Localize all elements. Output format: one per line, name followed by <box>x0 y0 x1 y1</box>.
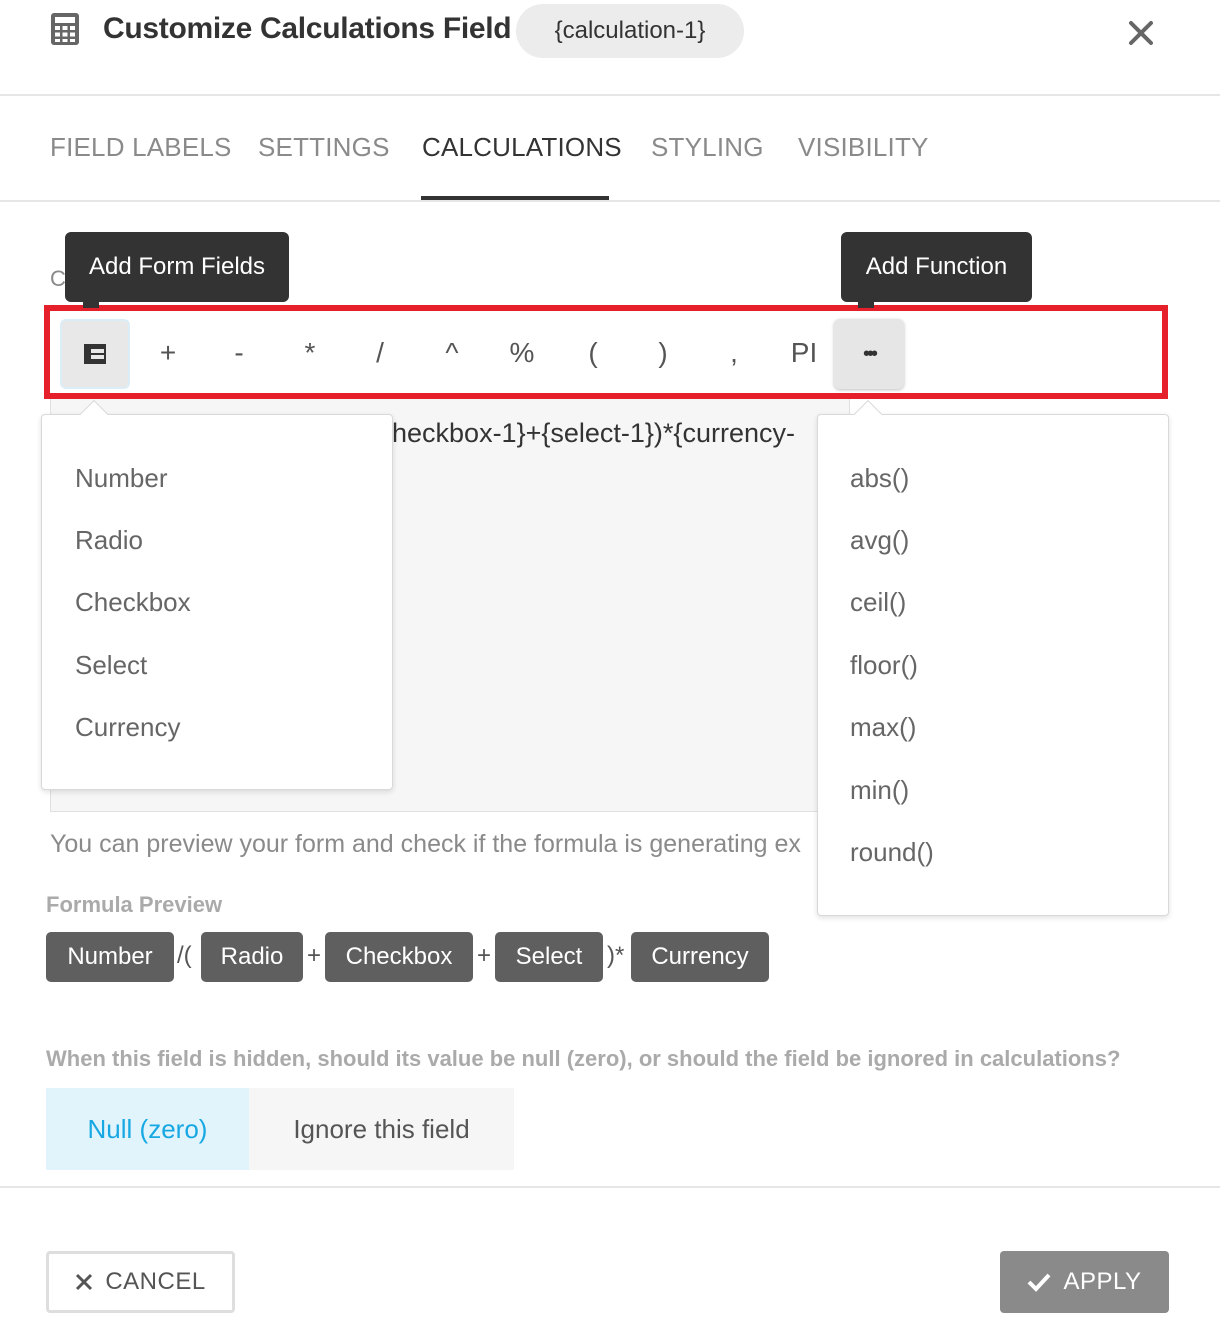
add-function-tooltip: Add Function <box>841 232 1032 308</box>
form-fields-menu: Number Radio Checkbox Select Currency <box>41 399 393 790</box>
apply-button[interactable]: APPLY <box>1000 1251 1169 1313</box>
operator-modulo[interactable]: % <box>492 323 552 383</box>
formula-hint: You can preview your form and check if t… <box>50 830 801 858</box>
apply-label: APPLY <box>1063 1268 1142 1295</box>
add-form-fields-button[interactable] <box>62 321 128 387</box>
preview-chip-select: Select <box>495 932 603 982</box>
add-form-fields-tooltip: Add Form Fields <box>65 232 289 308</box>
active-tab-indicator <box>421 196 609 200</box>
operator-multiply[interactable]: * <box>280 323 340 383</box>
preview-chip-radio: Radio <box>201 932 303 982</box>
checkmark-icon <box>1028 1273 1051 1292</box>
operator-comma[interactable]: , <box>704 323 764 383</box>
menu-item-number[interactable]: Number <box>75 463 167 494</box>
tab-calculations[interactable]: CALCULATIONS <box>422 132 622 163</box>
operator-toolbar: + - * / ^ % ( ) , PI ••• <box>44 305 1168 399</box>
operator-divide[interactable]: / <box>350 323 410 383</box>
close-icon <box>76 1273 93 1291</box>
preview-chip-currency: Currency <box>631 932 769 982</box>
modal-header: Customize Calculations Field {calculatio… <box>0 0 1220 96</box>
operator-power[interactable]: ^ <box>422 323 482 383</box>
menu-item-currency[interactable]: Currency <box>75 712 180 743</box>
menu-item-abs[interactable]: abs() <box>850 463 909 494</box>
footer-divider <box>0 1186 1220 1188</box>
preview-operator: + <box>307 942 322 969</box>
add-function-button[interactable]: ••• <box>834 319 904 389</box>
modal-title: Customize Calculations Field <box>103 12 512 45</box>
tab-visibility[interactable]: VISIBILITY <box>798 132 929 163</box>
tab-field-labels[interactable]: FIELD LABELS <box>50 132 232 163</box>
menu-item-round[interactable]: round() <box>850 837 934 868</box>
menu-item-checkbox[interactable]: Checkbox <box>75 587 191 618</box>
operator-open-paren[interactable]: ( <box>563 323 623 383</box>
field-tag: {calculation-1} <box>516 4 744 58</box>
ignore-field-option[interactable]: Ignore this field <box>249 1088 514 1170</box>
cancel-button[interactable]: CANCEL <box>46 1251 235 1313</box>
menu-item-ceil[interactable]: ceil() <box>850 587 906 618</box>
menu-item-select[interactable]: Select <box>75 650 147 681</box>
operator-pi[interactable]: PI <box>774 323 834 383</box>
menu-item-floor[interactable]: floor() <box>850 650 918 681</box>
menu-item-max[interactable]: max() <box>850 712 916 743</box>
hidden-behaviour-question: When this field is hidden, should its va… <box>46 1046 1121 1071</box>
formula-label: C <box>50 266 66 291</box>
function-menu: abs() avg() ceil() floor() max() min() r… <box>817 399 1169 916</box>
close-icon[interactable] <box>1122 14 1160 52</box>
null-zero-option[interactable]: Null (zero) <box>46 1088 249 1170</box>
menu-item-radio[interactable]: Radio <box>75 525 143 556</box>
calculator-icon <box>51 13 79 45</box>
preview-operator: /( <box>177 942 192 969</box>
menu-item-min[interactable]: min() <box>850 775 909 806</box>
preview-chip-checkbox: Checkbox <box>325 932 473 982</box>
formula-text[interactable]: heckbox-1}+{select-1})*{currency- <box>392 418 818 449</box>
preview-chip-number: Number <box>46 932 174 982</box>
cancel-label: CANCEL <box>105 1268 206 1295</box>
operator-plus[interactable]: + <box>138 323 198 383</box>
preview-operator: + <box>477 942 492 969</box>
formula-preview-label: Formula Preview <box>46 892 223 917</box>
operator-close-paren[interactable]: ) <box>633 323 693 383</box>
tab-bar: FIELD LABELS SETTINGS CALCULATIONS STYLI… <box>0 96 1220 202</box>
tab-settings[interactable]: SETTINGS <box>258 132 390 163</box>
menu-item-avg[interactable]: avg() <box>850 525 909 556</box>
operator-minus[interactable]: - <box>209 323 269 383</box>
table-icon <box>84 344 106 364</box>
menu-caret <box>853 399 883 429</box>
tab-styling[interactable]: STYLING <box>651 132 764 163</box>
preview-operator: )* <box>607 942 625 969</box>
